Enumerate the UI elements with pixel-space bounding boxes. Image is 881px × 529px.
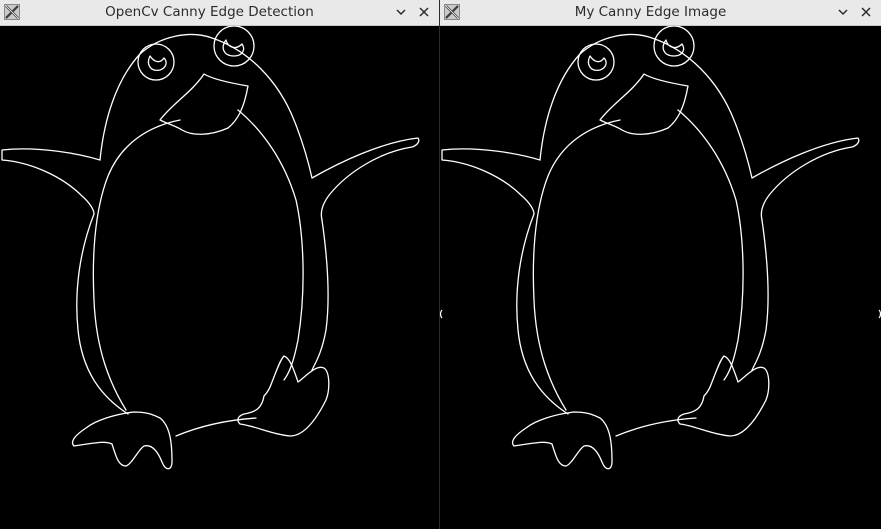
penguin-edge-image	[440, 26, 881, 470]
x11-app-icon	[4, 4, 20, 20]
window-title: OpenCv Canny Edge Detection	[105, 4, 314, 20]
window-opencv-canny: OpenCv Canny Edge Detection	[0, 0, 439, 529]
minimize-chevron-icon[interactable]	[392, 3, 410, 21]
close-icon[interactable]	[857, 3, 875, 21]
image-canvas	[440, 26, 881, 529]
window-my-canny: My Canny Edge Image	[440, 0, 881, 529]
x11-app-icon	[444, 4, 460, 20]
close-icon[interactable]	[415, 3, 433, 21]
titlebar[interactable]: OpenCv Canny Edge Detection	[0, 0, 439, 26]
window-title: My Canny Edge Image	[574, 4, 727, 20]
titlebar[interactable]: My Canny Edge Image	[440, 0, 881, 26]
penguin-edge-image	[1, 26, 420, 470]
minimize-chevron-icon[interactable]	[834, 3, 852, 21]
image-canvas	[0, 26, 439, 529]
